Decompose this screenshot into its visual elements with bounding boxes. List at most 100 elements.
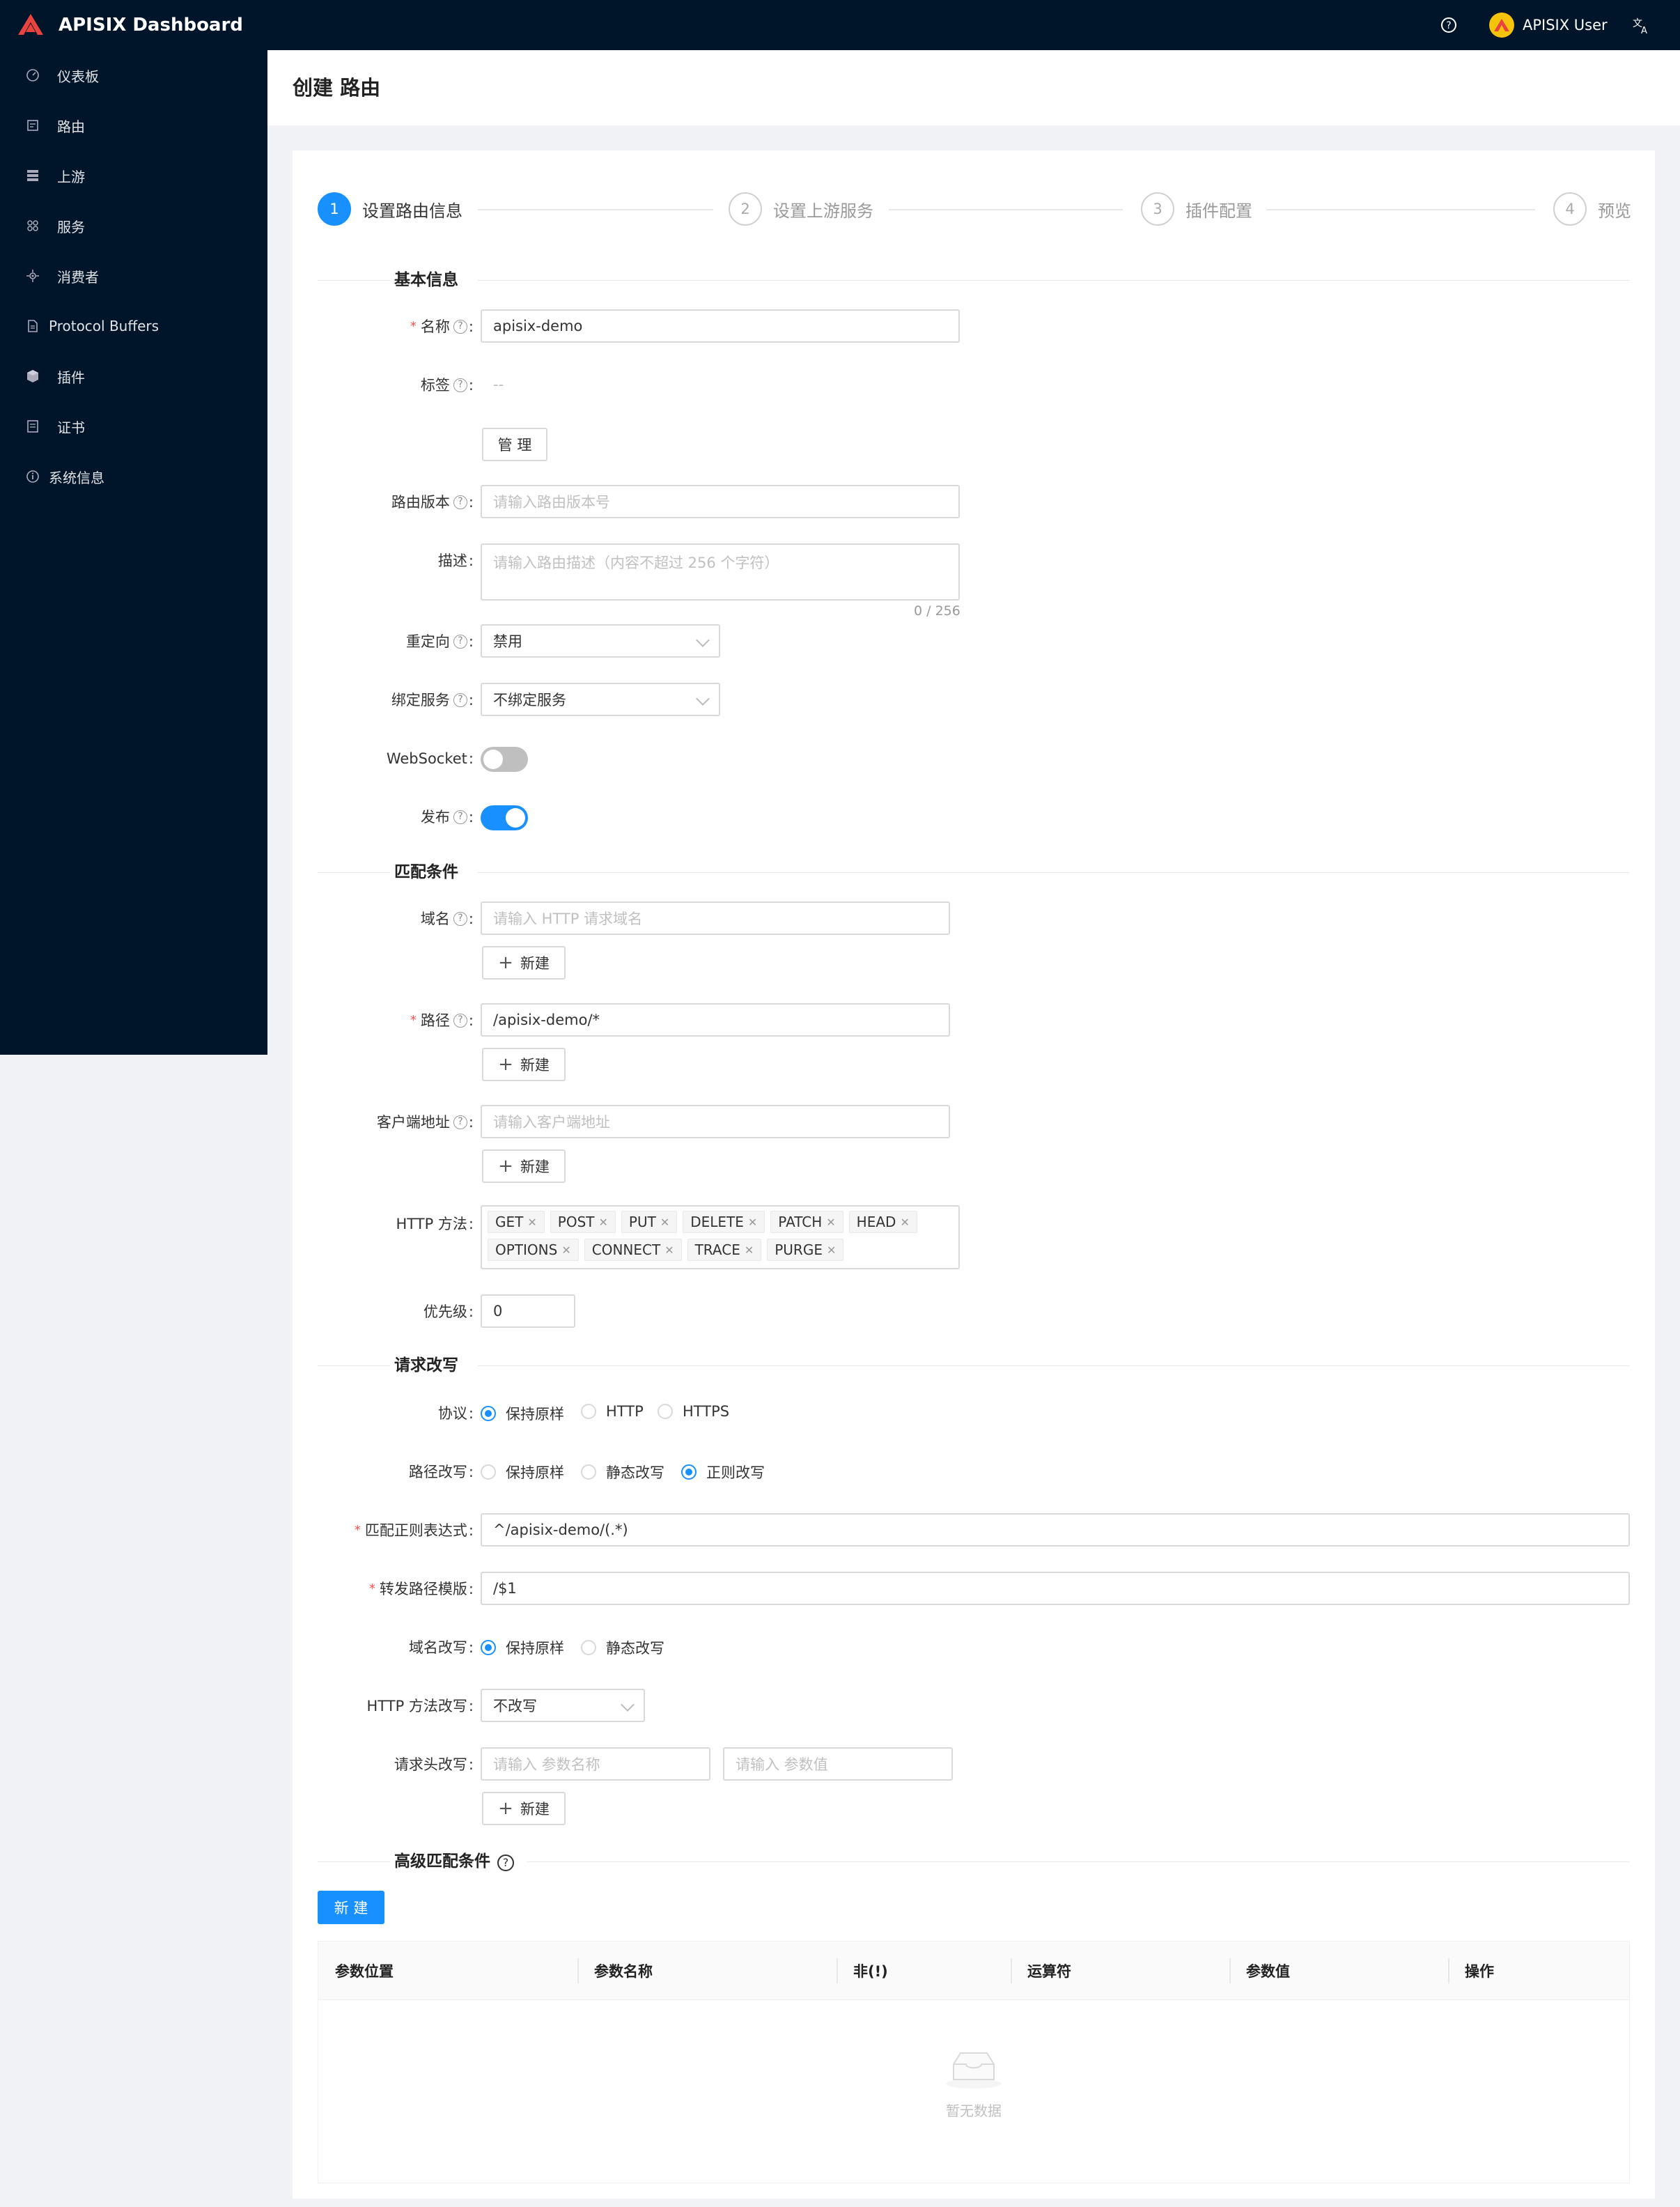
add-condition-button[interactable]: 新 建 [318, 1891, 384, 1924]
column-header: 参数名称 [594, 1963, 653, 1980]
step-connector [889, 209, 1123, 210]
user-avatar[interactable] [1489, 13, 1514, 38]
question-circle-icon: ? [453, 1014, 467, 1028]
question-circle-icon: ? [453, 635, 467, 649]
host-rewrite-label: 域名改写: [408, 1639, 474, 1656]
sidebar-item-plugin[interactable]: 插件 [0, 351, 267, 401]
question-circle-icon: ? [453, 320, 467, 334]
team-icon [25, 268, 40, 284]
column-header: 运算符 [1027, 1963, 1071, 1980]
sidebar-item-label: 证书 [57, 419, 85, 436]
protocol-radio-keep[interactable]: 保持原样 [481, 1403, 564, 1424]
close-icon[interactable]: ✕ [826, 1216, 835, 1229]
host-rewrite-radio-keep[interactable]: 保持原样 [481, 1637, 564, 1658]
path-rewrite-radio-static[interactable]: 静态改写 [581, 1462, 664, 1482]
empty-inbox-icon [946, 2052, 1002, 2089]
column-header: 参数位置 [335, 1963, 394, 1980]
question-circle-icon[interactable]: ? [497, 1854, 514, 1871]
service-select[interactable]: 不绑定服务 [481, 683, 720, 716]
path-rewrite-radio-regex[interactable]: 正则改写 [681, 1462, 765, 1482]
method-tag: OPTIONS ✕ [488, 1239, 579, 1261]
host-input[interactable]: 请输入 HTTP 请求域名 [481, 901, 950, 935]
client-address-input[interactable]: 请输入客户端地址 [481, 1105, 950, 1138]
sidebar-item-service[interactable]: 服务 [0, 201, 267, 251]
close-icon[interactable]: ✕ [527, 1216, 536, 1229]
redirect-select[interactable]: 禁用 [481, 624, 720, 658]
path-input[interactable]: /apisix-demo/* [481, 1003, 950, 1037]
question-circle-icon: ? [453, 1115, 467, 1129]
sidebar-item-certificate[interactable]: 证书 [0, 401, 267, 451]
column-header: 操作 [1465, 1963, 1494, 1980]
close-icon[interactable]: ✕ [748, 1216, 757, 1229]
method-tag: CONNECT ✕ [584, 1239, 682, 1261]
step-2: 2 设置上游服务 [729, 191, 873, 227]
host-rewrite-radio-static[interactable]: 静态改写 [581, 1637, 664, 1658]
question-circle-icon: ? [453, 912, 467, 926]
step-3: 3 插件配置 [1141, 191, 1252, 227]
chevron-down-icon [621, 1698, 635, 1712]
user-name[interactable]: APISIX User [1523, 15, 1608, 35]
methods-row: OPTIONS ✕ CONNECT ✕ TRACE ✕ PURGE ✕ [488, 1239, 953, 1261]
question-circle-icon[interactable]: ? [1440, 17, 1457, 33]
manage-labels-button[interactable]: 管 理 [482, 428, 547, 461]
add-path-button[interactable]: + 新建 [482, 1048, 566, 1081]
method-rewrite-select[interactable]: 不改写 [481, 1689, 645, 1722]
description-textarea[interactable]: 请输入路由描述（内容不超过 256 个字符） [481, 543, 960, 601]
add-client-address-button[interactable]: + 新建 [482, 1149, 566, 1183]
sidebar-item-label: 消费者 [57, 268, 99, 286]
sidebar: 仪表板 路由 上游 服务 消费者 Protocol Buffers 插件 证书 … [0, 50, 267, 1055]
top-bar: APISIX Dashboard ? APISIX User 文 A [0, 0, 1680, 50]
plus-icon: + [498, 1798, 513, 1819]
description-label: 描述: [437, 552, 474, 569]
section-basic-info: 基本信息 [318, 266, 1630, 294]
path-rewrite-radio-keep[interactable]: 保持原样 [481, 1462, 564, 1482]
question-circle-icon: ? [453, 693, 467, 707]
close-icon[interactable]: ✕ [561, 1244, 570, 1257]
translate-icon[interactable]: 文 A [1631, 15, 1651, 35]
chevron-down-icon [696, 692, 710, 706]
name-label: * 名称?: [410, 318, 474, 335]
http-methods-select[interactable]: GET ✕ POST ✕ PUT ✕ DELETE ✕ PATCH ✕ HEAD ✕ OPT… [481, 1205, 960, 1269]
sidebar-item-protocol-buffers[interactable]: Protocol Buffers [0, 301, 267, 351]
header-name-input[interactable]: 请输入 参数名称 [481, 1747, 710, 1781]
template-label: * 转发路径模版: [368, 1581, 474, 1597]
close-icon[interactable]: ✕ [827, 1244, 836, 1257]
name-input[interactable]: apisix-demo [481, 309, 960, 343]
sidebar-item-upstream[interactable]: 上游 [0, 150, 267, 201]
column-header: 非(!) [853, 1963, 888, 1980]
close-icon[interactable]: ✕ [660, 1216, 669, 1229]
client-address-label: 客户端地址?: [376, 1114, 474, 1131]
certificate-icon [25, 419, 40, 434]
path-rewrite-label: 路径改写: [408, 1464, 474, 1480]
step-connector [1266, 209, 1535, 210]
template-input[interactable]: /$1 [481, 1572, 1630, 1605]
sidebar-item-label: 路由 [57, 118, 85, 135]
add-header-button[interactable]: + 新建 [482, 1792, 566, 1825]
svg-text:?: ? [1446, 20, 1451, 31]
step-title: 设置路由信息 [362, 201, 462, 221]
header-value-input[interactable]: 请输入 参数值 [723, 1747, 953, 1781]
websocket-toggle[interactable] [481, 747, 528, 772]
header-rewrite-label: 请求头改写: [394, 1756, 474, 1773]
sidebar-item-dashboard[interactable]: 仪表板 [0, 50, 267, 100]
close-icon[interactable]: ✕ [900, 1216, 909, 1229]
priority-input[interactable]: 0 [481, 1294, 575, 1328]
close-icon[interactable]: ✕ [598, 1216, 607, 1229]
regex-input[interactable]: ^/apisix-demo/(.*) [481, 1513, 1630, 1547]
empty-text: 暂无数据 [946, 2103, 1002, 2119]
protocol-radio-http[interactable]: HTTP [581, 1403, 644, 1420]
protocol-radio-https[interactable]: HTTPS [658, 1403, 729, 1420]
sidebar-item-system-info[interactable]: 系统信息 [0, 451, 267, 502]
sidebar-item-label: 上游 [57, 168, 85, 185]
app-title: APISIX Dashboard [59, 15, 243, 36]
route-icon [25, 118, 40, 133]
question-circle-icon: ? [453, 810, 467, 824]
sidebar-item-route[interactable]: 路由 [0, 100, 267, 150]
sidebar-item-consumer[interactable]: 消费者 [0, 251, 267, 301]
methods-row: GET ✕ POST ✕ PUT ✕ DELETE ✕ PATCH ✕ HEAD ✕ [488, 1211, 953, 1233]
add-host-button[interactable]: + 新建 [482, 946, 566, 979]
close-icon[interactable]: ✕ [745, 1244, 754, 1257]
publish-toggle[interactable] [481, 805, 528, 830]
version-input[interactable]: 请输入路由版本号 [481, 485, 960, 518]
close-icon[interactable]: ✕ [664, 1244, 674, 1257]
